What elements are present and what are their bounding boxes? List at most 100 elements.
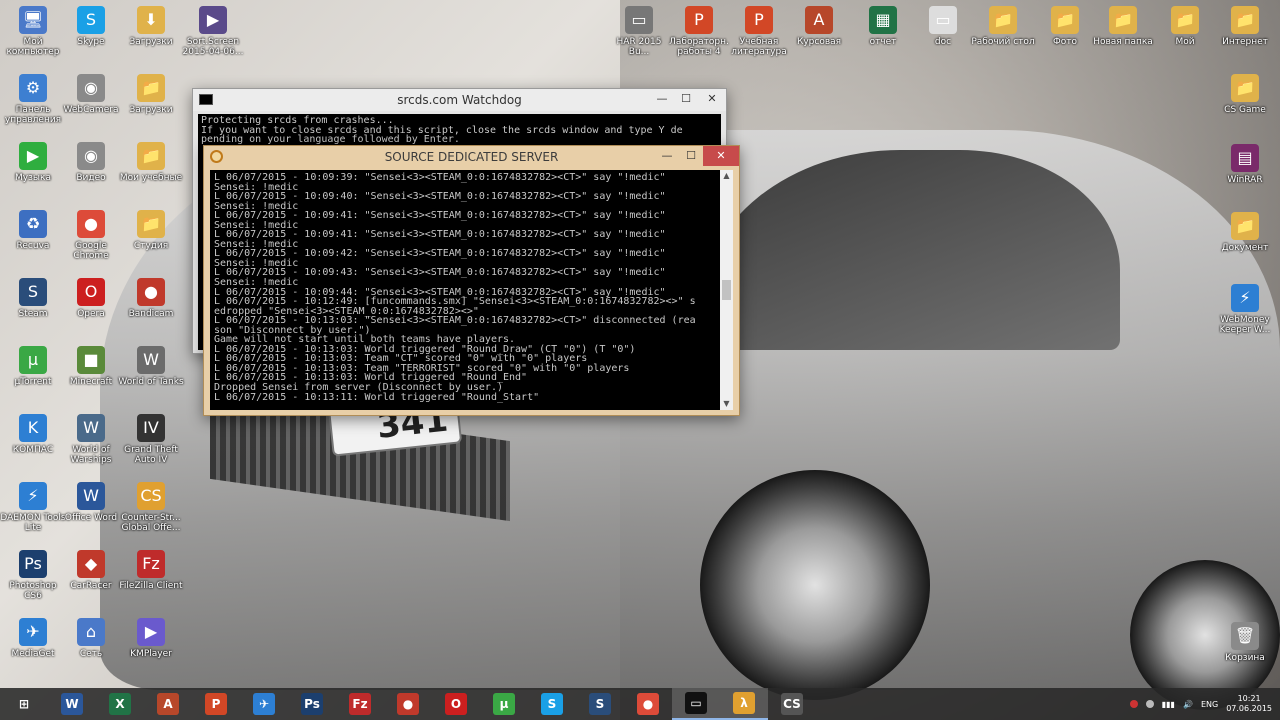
desktop-shortcut[interactable]: ▶ Sort.Screen 2015-04-06... <box>180 6 246 57</box>
maximize-button[interactable]: ☐ <box>679 146 703 166</box>
clock[interactable]: 10:21 07.06.2015 <box>1226 694 1272 714</box>
kmplayer-icon: ▶ <box>137 618 165 646</box>
desktop-shortcut[interactable]: 📁 Студия <box>118 210 184 251</box>
desktop-shortcut[interactable]: 📁 CS Game <box>1212 74 1278 115</box>
desktop-shortcut[interactable]: ▦ отчет <box>850 6 916 47</box>
desktop-shortcut[interactable]: Ps Photoshop CS6 <box>0 550 66 601</box>
window-controls: — ☐ ✕ <box>650 89 726 111</box>
desktop-shortcut[interactable]: 📁 Мои учебные <box>118 142 184 183</box>
desktop-shortcut[interactable]: µ µTorrent <box>0 346 66 387</box>
desktop-shortcut[interactable]: ◆ CarRacer <box>58 550 124 591</box>
taskbar-button[interactable]: P <box>192 688 240 720</box>
shortcut-label: Панель управления <box>4 105 62 125</box>
desktop-shortcut[interactable]: A Курсовая <box>786 6 852 47</box>
taskbar-button[interactable]: ✈ <box>240 688 288 720</box>
taskbar-button[interactable]: S <box>528 688 576 720</box>
shortcut-label: MediaGet <box>11 649 55 659</box>
tray-app-icon[interactable] <box>1129 700 1138 708</box>
taskbar-button[interactable]: X <box>96 688 144 720</box>
desktop-shortcut[interactable]: ● Google Chrome <box>58 210 124 261</box>
chrome-icon: ● <box>637 693 659 715</box>
watchdog-titlebar[interactable]: srcds.com Watchdog — ☐ ✕ <box>193 89 726 111</box>
music-player-icon: ▶ <box>19 142 47 170</box>
desktop-shortcut[interactable]: P Лабораторн. работы 4 <box>666 6 732 57</box>
desktop-shortcut[interactable]: S Skype <box>58 6 124 47</box>
desktop-shortcut[interactable]: ▭ doc <box>910 6 976 47</box>
desktop-shortcut[interactable]: ⚡ WebMoney Keeper W... <box>1212 284 1278 335</box>
bandicam-icon: ● <box>397 693 419 715</box>
language-indicator[interactable]: ENG <box>1201 700 1218 709</box>
desktop-shortcut[interactable]: 📁 Мой <box>1152 6 1218 47</box>
taskbar-button[interactable]: µ <box>480 688 528 720</box>
desktop-shortcut[interactable]: W Office Word <box>58 482 124 523</box>
desktop-shortcut[interactable]: ⚡ DAEMON Tools Lite <box>0 482 66 533</box>
desktop-shortcut[interactable]: 📁 Фото <box>1032 6 1098 47</box>
desktop-shortcut[interactable]: Fz FileZilla Client <box>118 550 184 591</box>
shortcut-label: Мой <box>1175 37 1195 47</box>
taskbar-button[interactable]: ▭ <box>672 688 720 720</box>
desktop-shortcut[interactable]: ▭ HAR 2015 Bu... <box>606 6 672 57</box>
desktop-shortcut[interactable]: ♻ Recuva <box>0 210 66 251</box>
desktop-shortcut[interactable]: ⚙ Панель управления <box>0 74 66 125</box>
desktop-shortcut[interactable]: W World of Warships <box>58 414 124 465</box>
volume-icon[interactable]: 🔊 <box>1183 700 1193 709</box>
taskbar-button[interactable]: ● <box>624 688 672 720</box>
shortcut-label: Sort.Screen 2015-04-06... <box>182 37 244 57</box>
desktop-shortcut[interactable]: 🖥 Мой компьютер <box>0 6 66 57</box>
taskbar-button[interactable]: λ <box>720 688 768 720</box>
minimize-button[interactable]: — <box>655 146 679 166</box>
taskbar-button[interactable]: ● <box>384 688 432 720</box>
maximize-button[interactable]: ☐ <box>674 89 698 109</box>
taskbar-button[interactable]: O <box>432 688 480 720</box>
desktop-shortcut[interactable]: O Opera <box>58 278 124 319</box>
taskbar-button[interactable]: CS <box>768 688 816 720</box>
close-button[interactable]: ✕ <box>703 146 739 166</box>
desktop-shortcut[interactable]: 📁 Интернет <box>1212 6 1278 47</box>
taskbar-button[interactable]: S <box>576 688 624 720</box>
desktop-shortcut[interactable]: IV Grand Theft Auto IV <box>118 414 184 465</box>
taskbar-button[interactable]: Ps <box>288 688 336 720</box>
scroll-up-arrow-icon[interactable]: ▲ <box>720 170 733 182</box>
desktop-shortcut[interactable]: W World of Tanks <box>118 346 184 387</box>
desktop-shortcut[interactable]: 📁 Документ <box>1212 212 1278 253</box>
tray-app-icon[interactable] <box>1145 700 1154 708</box>
desktop-shortcut[interactable]: S Steam <box>0 278 66 319</box>
shortcut-label: Office Word <box>64 513 118 523</box>
srcds-titlebar[interactable]: SOURCE DEDICATED SERVER — ☐ ✕ <box>204 146 739 168</box>
desktop-shortcut[interactable]: 📁 Загрузки <box>118 74 184 115</box>
minimize-button[interactable]: — <box>650 89 674 109</box>
wows-icon: W <box>77 414 105 442</box>
srcds-console-output[interactable]: L 06/07/2015 - 10:09:39: "Sensei<3><STEA… <box>210 170 721 410</box>
desktop-shortcut[interactable]: ▶ Музыка <box>0 142 66 183</box>
access-icon: A <box>805 6 833 34</box>
close-button[interactable]: ✕ <box>698 89 726 109</box>
desktop-shortcut[interactable]: ◉ WebCamera <box>58 74 124 115</box>
desktop-shortcut[interactable]: ✈ MediaGet <box>0 618 66 659</box>
taskbar-button[interactable]: W <box>48 688 96 720</box>
steam-icon: S <box>19 278 47 306</box>
desktop-shortcut[interactable]: ▤ WinRAR <box>1212 144 1278 185</box>
scroll-down-arrow-icon[interactable]: ▼ <box>720 398 733 410</box>
desktop-shortcut[interactable]: ■ Minecraft <box>58 346 124 387</box>
control-panel-icon: ⚙ <box>19 74 47 102</box>
desktop-shortcut[interactable]: ⌂ Сеть <box>58 618 124 659</box>
network-icon[interactable]: ▮▮▮ <box>1162 700 1175 709</box>
desktop-shortcut[interactable]: P Учебная литература <box>726 6 792 57</box>
desktop-shortcut[interactable]: ● Bandicam <box>118 278 184 319</box>
desktop-shortcut[interactable]: 🗑 Корзина <box>1212 622 1278 663</box>
mediaget-icon: ✈ <box>19 618 47 646</box>
desktop-shortcut[interactable]: ◉ Видео <box>58 142 124 183</box>
desktop-shortcut[interactable]: CS Counter-Str... Global Offe... <box>118 482 184 533</box>
desktop-shortcut[interactable]: ⬇ Загрузки <box>118 6 184 47</box>
desktop-shortcut[interactable]: 📁 Новая папка <box>1090 6 1156 47</box>
taskbar-button[interactable]: A <box>144 688 192 720</box>
desktop-shortcut[interactable]: 📁 Рабочий стол <box>970 6 1036 47</box>
console-scrollbar[interactable]: ▲ ▼ <box>720 170 733 410</box>
taskbar-button[interactable]: ⊞ <box>0 688 48 720</box>
desktop-shortcut[interactable]: K КОМПАС <box>0 414 66 455</box>
scrollbar-thumb[interactable] <box>722 280 731 300</box>
srcds-window[interactable]: SOURCE DEDICATED SERVER — ☐ ✕ L 06/07/20… <box>203 145 740 416</box>
desktop-shortcut[interactable]: ▶ KMPlayer <box>118 618 184 659</box>
shortcut-label: Recuva <box>16 241 50 251</box>
taskbar-button[interactable]: Fz <box>336 688 384 720</box>
